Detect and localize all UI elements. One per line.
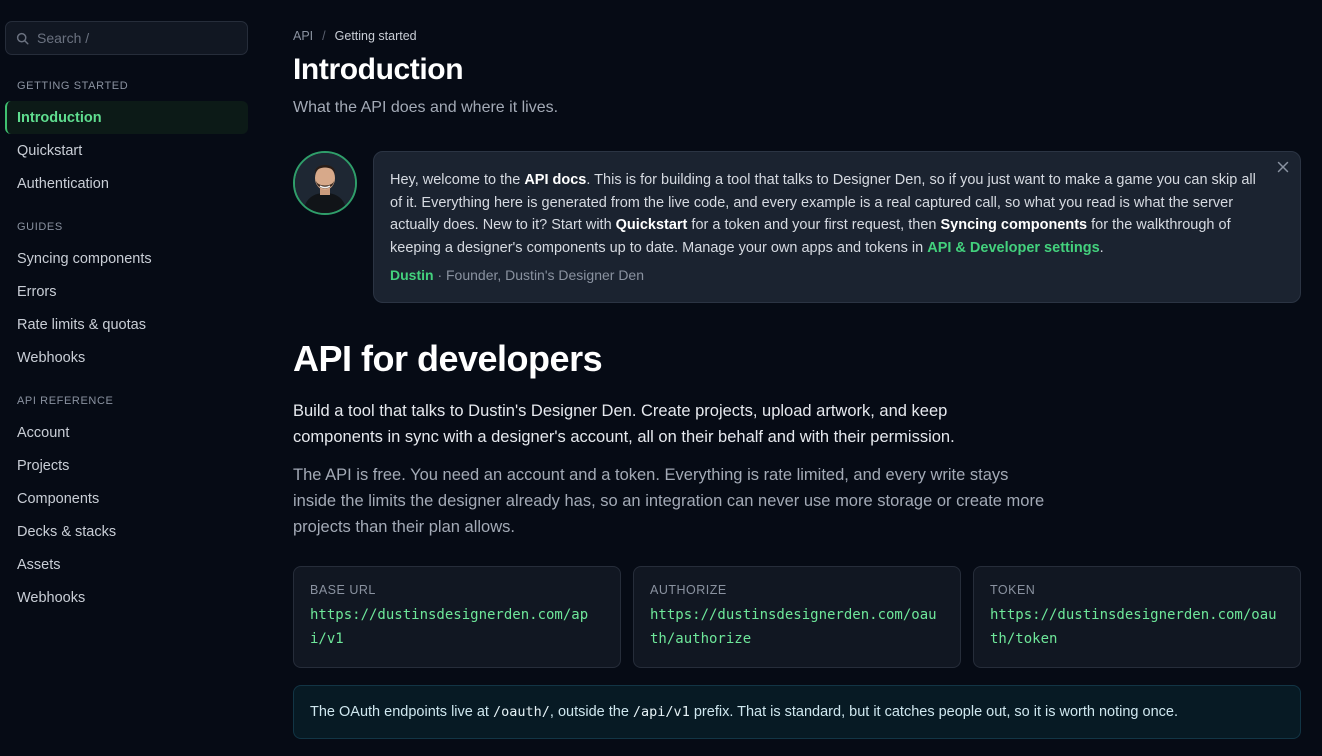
author-role: · Founder, Dustin's Designer Den	[433, 266, 644, 283]
card-value[interactable]: https://dustinsdesignerden.com/oauth/aut…	[650, 603, 944, 651]
oauth-note: The OAuth endpoints live at /oauth/, out…	[293, 685, 1301, 739]
sidebar-item-rate-limits[interactable]: Rate limits & quotas	[5, 308, 248, 341]
sidebar-item-introduction[interactable]: Introduction	[5, 101, 248, 134]
card-value[interactable]: https://dustinsdesignerden.com/api/v1	[310, 603, 604, 651]
close-icon[interactable]	[1276, 160, 1290, 174]
section-lead: Build a tool that talks to Dustin's Desi…	[293, 402, 955, 446]
sidebar-item-authentication[interactable]: Authentication	[5, 167, 248, 200]
card-label: TOKEN	[990, 583, 1036, 597]
section-title: API for developers	[293, 338, 603, 379]
nav-section-guides: GUIDES Syncing components Errors Rate li…	[5, 221, 248, 374]
search-icon	[16, 32, 29, 45]
search-placeholder: Search /	[37, 30, 90, 46]
sidebar-item-account[interactable]: Account	[5, 416, 248, 449]
nav-heading: API REFERENCE	[17, 395, 114, 407]
welcome-bubble: Hey, welcome to the API docs. This is fo…	[373, 151, 1301, 303]
welcome-signature: Dustin · Founder, Dustin's Designer Den	[390, 267, 1284, 283]
welcome-emphasis-quickstart: Quickstart	[615, 217, 688, 234]
page-subtitle: What the API does and where it lives.	[293, 99, 559, 116]
welcome-emphasis-syncing: Syncing components	[940, 217, 1088, 234]
sidebar-item-errors[interactable]: Errors	[5, 275, 248, 308]
note-text: prefix. That is standard, but it catches…	[689, 704, 1178, 720]
sidebar-item-assets[interactable]: Assets	[5, 548, 248, 581]
author-name: Dustin	[390, 266, 434, 283]
breadcrumb: API / Getting started	[293, 29, 1301, 43]
note-code-api-prefix: /api/v1	[632, 704, 690, 720]
sidebar-item-webhooks-guide[interactable]: Webhooks	[5, 341, 248, 374]
note-code-oauth: /oauth/	[492, 704, 550, 720]
note-text: The OAuth endpoints live at	[310, 704, 493, 720]
breadcrumb-root[interactable]: API	[293, 29, 313, 43]
section-body: The API is free. You need an account and…	[293, 466, 1045, 536]
nav-heading: GUIDES	[17, 221, 63, 233]
welcome-text: .	[1099, 240, 1104, 257]
endpoint-card-token: TOKEN https://dustinsdesignerden.com/oau…	[973, 566, 1301, 668]
breadcrumb-separator: /	[322, 29, 326, 43]
sidebar-item-webhooks-reference[interactable]: Webhooks	[5, 581, 248, 614]
card-value[interactable]: https://dustinsdesignerden.com/oauth/tok…	[990, 603, 1284, 651]
sidebar-item-quickstart[interactable]: Quickstart	[5, 134, 248, 167]
endpoint-card-base-url: BASE URL https://dustinsdesignerden.com/…	[293, 566, 621, 668]
page-title: Introduction	[293, 53, 464, 86]
nav-section-getting-started: GETTING STARTED Introduction Quickstart …	[5, 80, 248, 200]
welcome-emphasis-api-docs: API docs	[524, 172, 587, 188]
sidebar-item-projects[interactable]: Projects	[5, 449, 248, 482]
sidebar: Search / GETTING STARTED Introduction Qu…	[0, 0, 260, 756]
sidebar-item-decks-stacks[interactable]: Decks & stacks	[5, 515, 248, 548]
sidebar-item-syncing-components[interactable]: Syncing components	[5, 242, 248, 275]
welcome-callout: Hey, welcome to the API docs. This is fo…	[293, 151, 1301, 303]
breadcrumb-current: Getting started	[334, 29, 417, 43]
nav-heading: GETTING STARTED	[17, 80, 129, 92]
welcome-message: Hey, welcome to the API docs. This is fo…	[390, 169, 1270, 260]
card-label: AUTHORIZE	[650, 583, 727, 597]
search-input[interactable]: Search /	[5, 21, 248, 55]
oauth-note-text: The OAuth endpoints live at /oauth/, out…	[310, 704, 1178, 720]
welcome-text: for a token and your first request, then	[687, 217, 941, 234]
avatar	[293, 151, 357, 215]
welcome-text: Hey, welcome to the	[390, 172, 525, 188]
note-text: , outside the	[549, 704, 633, 720]
main-content: API / Getting started Introduction What …	[293, 0, 1301, 739]
developer-settings-link[interactable]: API & Developer settings	[927, 240, 1099, 256]
sidebar-item-components[interactable]: Components	[5, 482, 248, 515]
nav-section-api-reference: API REFERENCE Account Projects Component…	[5, 395, 248, 614]
endpoint-card-authorize: AUTHORIZE https://dustinsdesignerden.com…	[633, 566, 961, 668]
card-label: BASE URL	[310, 583, 376, 597]
avatar-portrait-icon	[295, 153, 355, 213]
endpoint-cards: BASE URL https://dustinsdesignerden.com/…	[293, 566, 1301, 668]
